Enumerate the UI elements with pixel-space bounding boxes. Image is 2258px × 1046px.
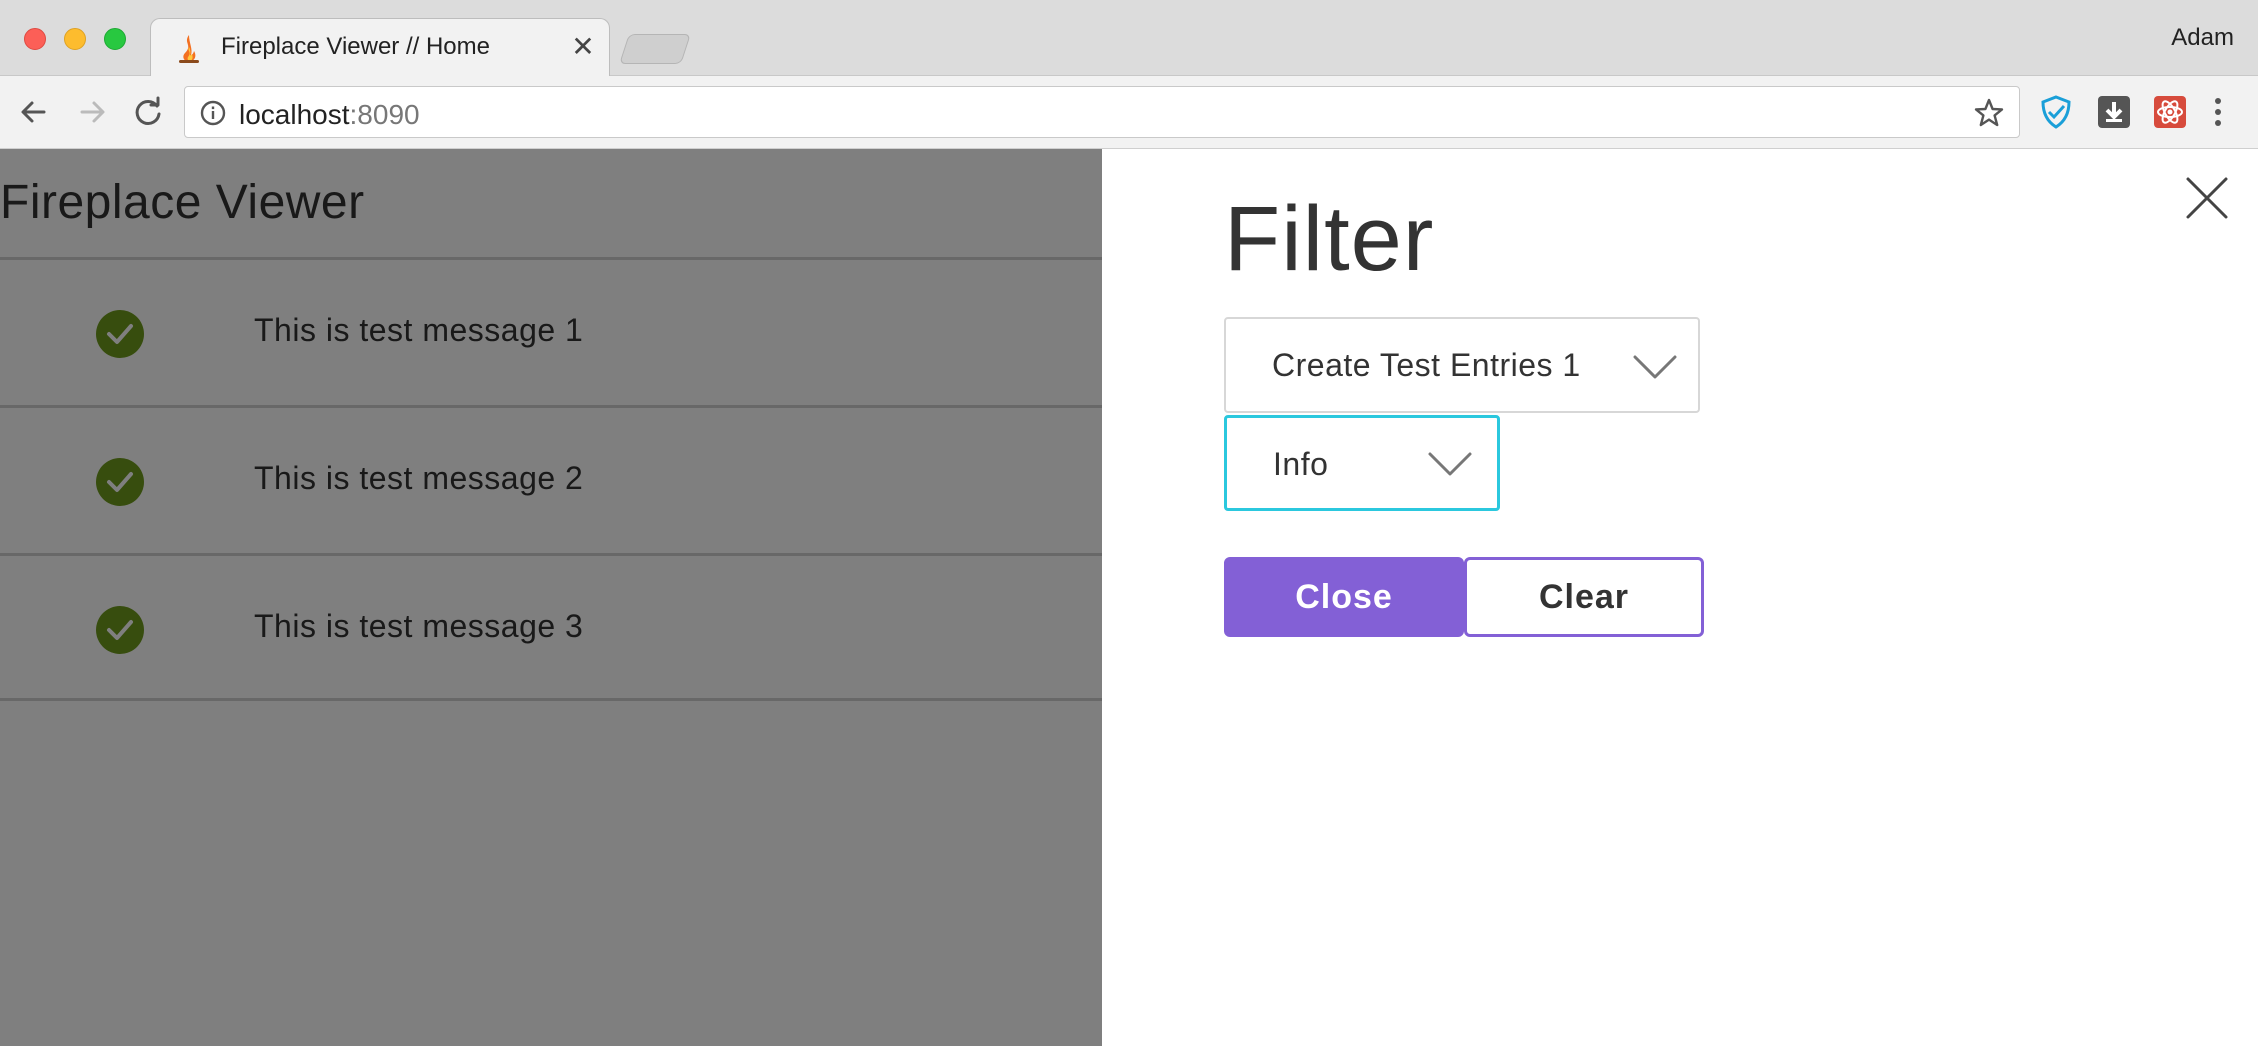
- new-tab-button[interactable]: [619, 34, 691, 64]
- react-devtools-icon[interactable]: [2152, 94, 2188, 130]
- clear-button[interactable]: Clear: [1464, 557, 1704, 637]
- tab-close-icon[interactable]: ✕: [569, 29, 597, 65]
- reload-icon[interactable]: [128, 92, 168, 132]
- close-button[interactable]: Close: [1224, 557, 1464, 637]
- source-select-value: Create Test Entries 1: [1272, 347, 1581, 383]
- forward-arrow-icon[interactable]: [72, 92, 112, 132]
- info-icon[interactable]: [199, 99, 227, 127]
- star-icon[interactable]: [1973, 97, 2005, 129]
- window-minimize-button[interactable]: [64, 28, 86, 50]
- back-arrow-icon[interactable]: [14, 92, 54, 132]
- shield-extension-icon[interactable]: [2038, 94, 2074, 130]
- window-maximize-button[interactable]: [104, 28, 126, 50]
- browser-toolbar: localhost:8090: [0, 76, 2258, 149]
- filter-panel: Filter Create Test Entries 1 Info Close …: [1102, 149, 2258, 1046]
- level-select-value: Info: [1273, 446, 1329, 482]
- chevron-down-icon: [1633, 355, 1677, 379]
- browser-titlebar: Fireplace Viewer // Home ✕ Adam: [0, 0, 2258, 77]
- window-close-button[interactable]: [24, 28, 46, 50]
- browser-tab[interactable]: Fireplace Viewer // Home ✕: [150, 18, 610, 77]
- address-bar[interactable]: localhost:8090: [184, 86, 2020, 138]
- tab-title: Fireplace Viewer // Home: [221, 33, 490, 60]
- filter-title: Filter: [1224, 188, 1435, 290]
- chevron-down-icon: [1428, 452, 1472, 476]
- level-select[interactable]: Info: [1224, 415, 1500, 511]
- fire-icon: [179, 35, 199, 63]
- menu-dots-icon[interactable]: [2208, 94, 2228, 130]
- url-port: :8090: [349, 99, 420, 130]
- close-icon[interactable]: [2184, 175, 2230, 221]
- url-text[interactable]: localhost:8090: [239, 99, 420, 131]
- download-extension-icon[interactable]: [2096, 94, 2132, 130]
- source-select[interactable]: Create Test Entries 1: [1224, 317, 1700, 413]
- profile-name[interactable]: Adam: [2171, 24, 2234, 52]
- url-host: localhost: [239, 99, 350, 130]
